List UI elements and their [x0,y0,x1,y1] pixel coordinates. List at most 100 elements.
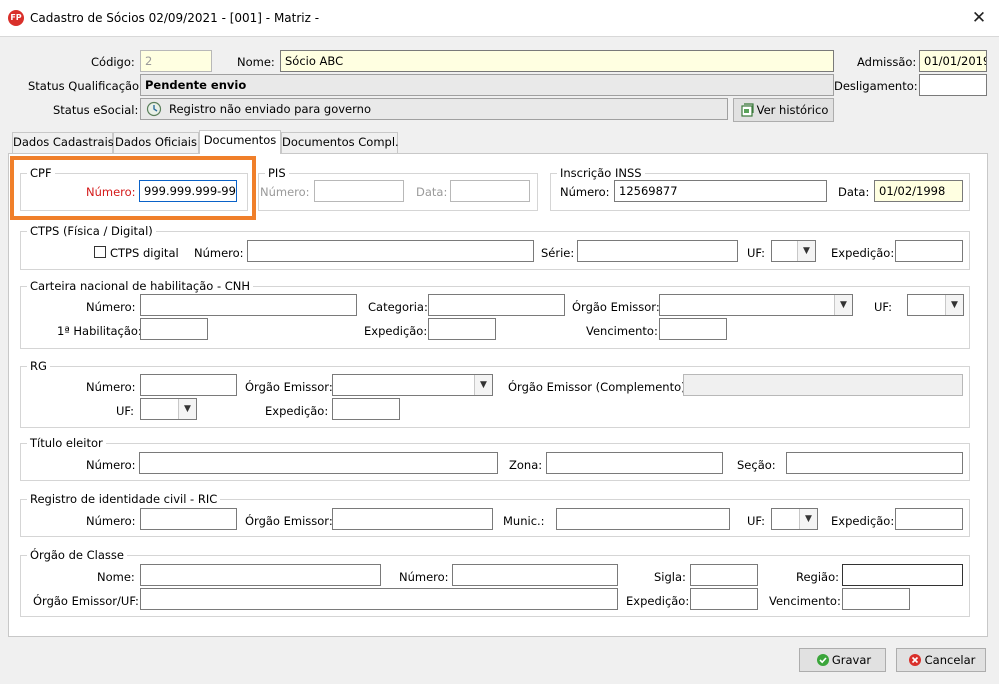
esocial-status-icon [146,101,162,117]
codigo-label: Código: [91,55,135,69]
chevron-down-icon: ▼ [799,509,817,529]
close-icon[interactable]: ✕ [966,6,992,30]
cnh-numero-input[interactable] [140,294,357,316]
titulo-secao-label: Seção: [737,458,776,472]
titulo-numero-label: Número: [86,458,136,472]
classe-regiao-label: Região: [796,570,840,584]
check-circle-icon [817,654,829,666]
tab-documentos-compl[interactable]: Documentos Compl. [281,132,399,153]
titulo-numero-input[interactable] [139,452,498,474]
ctps-expedicao-label: Expedição: [831,246,895,260]
classe-nome-label: Nome: [97,570,135,584]
status-esocial-label: Status eSocial: [53,103,139,117]
cnh-expedicao-label: Expedição: [364,324,428,338]
cancel-circle-icon [909,654,921,666]
ric-expedicao-input[interactable] [895,508,963,530]
status-qualificacao-field: Pendente envio [140,74,834,96]
cnh-orgao-select[interactable]: ▼ [659,294,853,316]
rg-expedicao-label: Expedição: [265,404,329,418]
classe-nome-input[interactable] [140,564,381,586]
codigo-field[interactable]: 2 [140,50,212,72]
pis-data-label: Data: [416,185,448,199]
ric-orgao-input[interactable] [332,508,493,530]
ctps-legend: CTPS (Física / Digital) [27,224,156,238]
classe-sigla-input[interactable] [690,564,758,586]
ric-expedicao-label: Expedição: [831,514,895,528]
cnh-numero-label: Número: [86,300,136,314]
rg-numero-input[interactable] [140,374,237,396]
tab-dados-oficiais[interactable]: Dados Oficiais [113,132,199,153]
cnh-orgao-label: Órgão Emissor: [572,300,660,314]
pis-numero-label: Número: [260,185,310,199]
chevron-down-icon: ▼ [178,399,196,419]
titulo-legend: Título eleitor [27,436,106,450]
rg-numero-label: Número: [86,380,136,394]
classe-numero-input[interactable] [452,564,618,586]
cnh-vencimento-label: Vencimento: [586,324,658,338]
classe-legend: Órgão de Classe [27,548,127,562]
rg-legend: RG [27,359,50,373]
history-document-icon [741,103,754,117]
titulo-secao-input[interactable] [786,452,963,474]
inss-numero-input[interactable]: 12569877 [614,180,827,202]
ctps-uf-label: UF: [747,246,766,260]
chevron-down-icon: ▼ [797,241,815,261]
cnh-vencimento-input[interactable] [659,318,727,340]
ctps-uf-select[interactable]: ▼ [771,240,816,262]
cnh-primeira-label: 1ª Habilitação: [57,324,142,338]
classe-expedicao-label: Expedição: [626,594,690,608]
nome-label: Nome: [237,55,275,69]
tab-documentos[interactable]: Documentos [199,130,281,154]
rg-orgao-compl-input[interactable] [683,374,963,396]
cnh-uf-select[interactable]: ▼ [907,294,964,316]
desligamento-field[interactable] [919,74,987,96]
pis-numero-input[interactable] [314,180,404,202]
classe-vencimento-label: Vencimento: [769,594,841,608]
inss-data-input[interactable]: 01/02/1998 [874,180,963,202]
nome-field[interactable]: Sócio ABC [280,50,834,72]
classe-orgao-uf-input[interactable] [140,588,618,610]
classe-regiao-input[interactable] [842,564,963,586]
classe-numero-label: Número: [399,570,449,584]
ric-numero-input[interactable] [140,508,237,530]
cnh-legend: Carteira nacional de habilitação - CNH [27,279,254,293]
rg-orgao-select[interactable]: ▼ [332,374,493,396]
rg-expedicao-input[interactable] [332,398,400,420]
inss-data-label: Data: [838,185,870,199]
ric-numero-label: Número: [86,514,136,528]
ric-uf-select[interactable]: ▼ [771,508,818,530]
admissao-field[interactable]: 01/01/2019 [919,50,987,72]
classe-vencimento-input[interactable] [842,588,910,610]
ver-historico-label: Ver histórico [756,103,829,117]
status-esocial-field: Registro não enviado para governo [140,98,728,120]
gravar-label: Gravar [831,653,872,667]
app-logo-icon: FP [8,10,24,26]
ctps-serie-input[interactable] [577,240,738,262]
pis-data-input[interactable] [450,180,530,202]
title-bar: FP Cadastro de Sócios 02/09/2021 - [001]… [0,0,999,37]
ctps-serie-label: Série: [541,246,575,260]
status-esocial-text: Registro não enviado para governo [169,102,371,116]
gravar-button[interactable]: Gravar [799,648,886,672]
status-qualificacao-label: Status Qualificação: [28,79,143,93]
cnh-categoria-input[interactable] [428,294,565,316]
rg-uf-select[interactable]: ▼ [140,398,197,420]
desligamento-label: Desligamento: [834,79,918,93]
admissao-label: Admissão: [857,55,917,69]
classe-sigla-label: Sigla: [654,570,686,584]
ctps-numero-input[interactable] [247,240,534,262]
ric-legend: Registro de identidade civil - RIC [27,492,221,506]
chevron-down-icon: ▼ [834,295,852,315]
ctps-digital-checkbox[interactable] [94,246,106,258]
ric-munic-label: Munic.: [503,514,545,528]
cnh-expedicao-input[interactable] [428,318,496,340]
ric-orgao-label: Órgão Emissor: [245,514,333,528]
cnh-primeira-input[interactable] [140,318,208,340]
classe-orgao-uf-label: Órgão Emissor/UF: [33,594,139,608]
classe-expedicao-input[interactable] [690,588,758,610]
inss-legend: Inscrição INSS [557,166,645,180]
tab-dados-cadastrais[interactable]: Dados Cadastrais [12,132,114,153]
ctps-expedicao-input[interactable] [895,240,963,262]
ric-munic-input[interactable] [556,508,730,530]
titulo-zona-input[interactable] [546,452,723,474]
